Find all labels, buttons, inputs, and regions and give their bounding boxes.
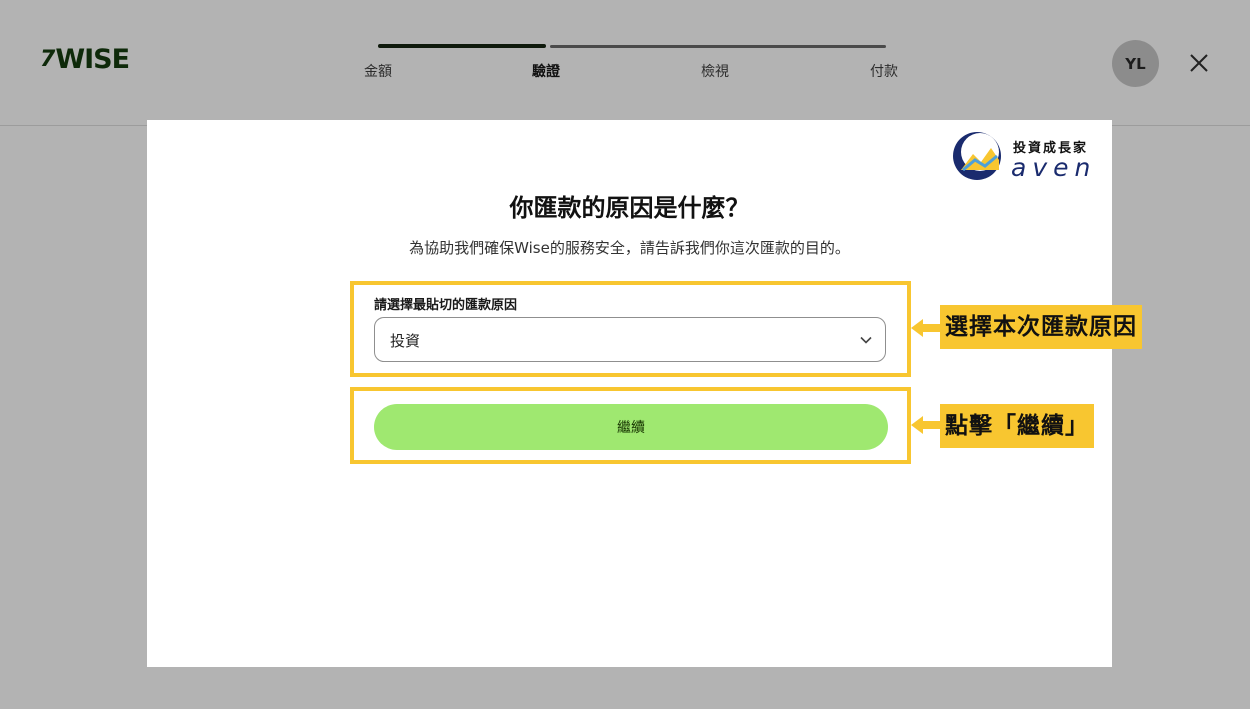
step-pay: 付款 — [870, 64, 898, 80]
wise-logo[interactable]: 7 WISE — [40, 44, 130, 75]
button-callout: 點擊「繼續」 — [940, 404, 1094, 448]
aven-logo-icon — [953, 132, 1001, 180]
progress-stepper: 金額 驗證 檢視 付款 — [364, 44, 898, 84]
step-review: 檢視 — [701, 64, 729, 80]
close-icon — [1190, 54, 1208, 72]
select-highlight-box — [350, 281, 911, 377]
button-highlight-box — [350, 387, 911, 464]
page-subtitle: 為協助我們確保Wise的服務安全，請告訴我們你這次匯款的目的。 — [409, 239, 850, 257]
wise-logo-text: WISE — [55, 44, 130, 75]
select-callout: 選擇本次匯款原因 — [940, 305, 1142, 349]
progress-track-complete — [378, 44, 546, 48]
aven-watermark: 投資成長家 aven — [951, 128, 1101, 184]
progress-track-remaining — [550, 45, 886, 48]
step-amount: 金額 — [364, 64, 392, 80]
step-verify: 驗證 — [532, 64, 560, 80]
top-bar: 7 WISE 金額 驗證 檢視 付款 YL — [0, 0, 1250, 126]
aven-name: aven — [1011, 153, 1097, 182]
page-title: 你匯款的原因是什麼？ — [509, 194, 750, 222]
close-button[interactable] — [1186, 50, 1212, 76]
avatar[interactable]: YL — [1112, 40, 1159, 87]
wise-flag-icon: 7 — [40, 47, 55, 72]
